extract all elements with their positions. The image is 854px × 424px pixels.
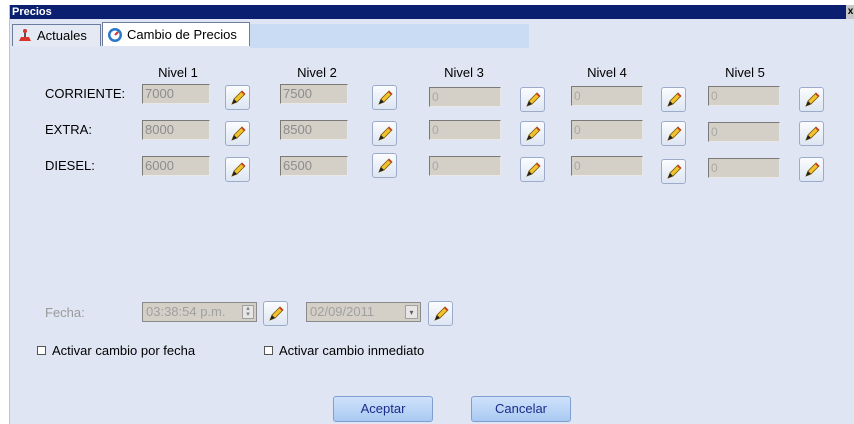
prices-window: Precios x Actuales Cambio de Precios Niv… [9,5,854,424]
edit-button-diesel-4[interactable] [661,159,686,184]
close-button[interactable]: x [846,5,854,19]
pencil-icon [526,126,541,141]
edit-button-corriente-4[interactable] [661,87,686,112]
pencil-icon [269,306,284,321]
row-label-corriente: CORRIENTE: [45,86,126,101]
edit-button-diesel-2[interactable] [372,153,397,178]
level-header-4: Nivel 4 [587,65,627,80]
dropdown-arrow-icon[interactable]: ▾ [405,305,418,319]
scale-icon [17,28,33,44]
pencil-icon [526,92,541,107]
pencil-icon [805,92,820,107]
row-label-diesel: DIESEL: [45,158,95,173]
edit-date-button[interactable] [428,301,453,326]
price-input-extra-2[interactable]: 8500 [280,120,348,140]
tab-cambio-label: Cambio de Precios [127,26,237,42]
cancel-button[interactable]: Cancelar [471,396,571,422]
price-input-diesel-5[interactable]: 0 [708,158,780,178]
price-input-extra-3[interactable]: 0 [429,120,501,140]
tab-actuales-label: Actuales [37,27,87,43]
pencil-icon [378,158,393,173]
tab-strip: Actuales Cambio de Precios [10,19,854,48]
gauge-icon [107,27,123,43]
checkbox-label-inmediato: Activar cambio inmediato [279,343,425,358]
title-bar: Precios x [10,5,854,19]
pencil-icon [378,90,393,105]
edit-button-extra-2[interactable] [372,121,397,146]
edit-time-button[interactable] [263,301,288,326]
price-input-corriente-4[interactable]: 0 [571,86,643,106]
price-input-diesel-4[interactable]: 0 [571,156,643,176]
pencil-icon [805,126,820,141]
price-input-extra-1[interactable]: 8000 [142,120,210,140]
date-value: 02/09/2011 [310,304,375,319]
price-input-diesel-2[interactable]: 6500 [280,156,348,176]
edit-button-diesel-1[interactable] [225,157,250,182]
price-input-diesel-1[interactable]: 6000 [142,156,210,176]
pencil-icon [667,164,682,179]
pencil-icon [378,126,393,141]
edit-button-diesel-5[interactable] [799,157,824,182]
date-picker[interactable]: 02/09/2011 ▾ [306,302,421,322]
level-header-1: Nivel 1 [158,65,198,80]
edit-button-corriente-5[interactable] [799,87,824,112]
price-input-extra-5[interactable]: 0 [708,122,780,142]
edit-button-corriente-3[interactable] [520,87,545,112]
edit-button-corriente-1[interactable] [225,85,250,110]
edit-button-extra-1[interactable] [225,121,250,146]
pencil-icon [231,126,246,141]
checkbox-label-por-fecha: Activar cambio por fecha [52,343,196,358]
row-label-extra: EXTRA: [45,122,92,137]
spin-arrows-icon[interactable]: ▴ ▾ [242,305,254,319]
price-input-corriente-3[interactable]: 0 [429,87,501,107]
fecha-label: Fecha: [45,305,85,320]
time-value: 03:38:54 p.m. [146,304,226,319]
window-title: Precios [12,6,52,18]
edit-button-extra-5[interactable] [799,121,824,146]
tab-cambio-de-precios[interactable]: Cambio de Precios [102,22,250,46]
time-spinner[interactable]: 03:38:54 p.m. ▴ ▾ [142,302,257,322]
checkbox-activar-inmediato[interactable]: Activar cambio inmediato [264,343,424,358]
price-input-corriente-2[interactable]: 7500 [280,84,348,104]
checkbox-activar-por-fecha[interactable]: Activar cambio por fecha [37,343,195,358]
price-input-extra-4[interactable]: 0 [571,120,643,140]
pencil-icon [231,90,246,105]
level-header-3: Nivel 3 [444,65,484,80]
pencil-icon [667,92,682,107]
price-input-diesel-3[interactable]: 0 [429,156,501,176]
edit-button-corriente-2[interactable] [372,85,397,110]
edit-button-extra-4[interactable] [661,121,686,146]
level-header-5: Nivel 5 [725,65,765,80]
pencil-icon [667,126,682,141]
pencil-icon [231,162,246,177]
tab-actuales[interactable]: Actuales [12,24,101,46]
price-input-corriente-1[interactable]: 7000 [142,84,210,104]
pencil-icon [526,162,541,177]
tab-strip-band [250,24,529,48]
price-input-corriente-5[interactable]: 0 [708,86,780,106]
checkbox-box[interactable] [264,346,273,355]
pencil-icon [434,306,449,321]
edit-button-diesel-3[interactable] [520,157,545,182]
pencil-icon [805,162,820,177]
accept-button[interactable]: Aceptar [333,396,433,422]
level-header-2: Nivel 2 [297,65,337,80]
edit-button-extra-3[interactable] [520,121,545,146]
checkbox-box[interactable] [37,346,46,355]
